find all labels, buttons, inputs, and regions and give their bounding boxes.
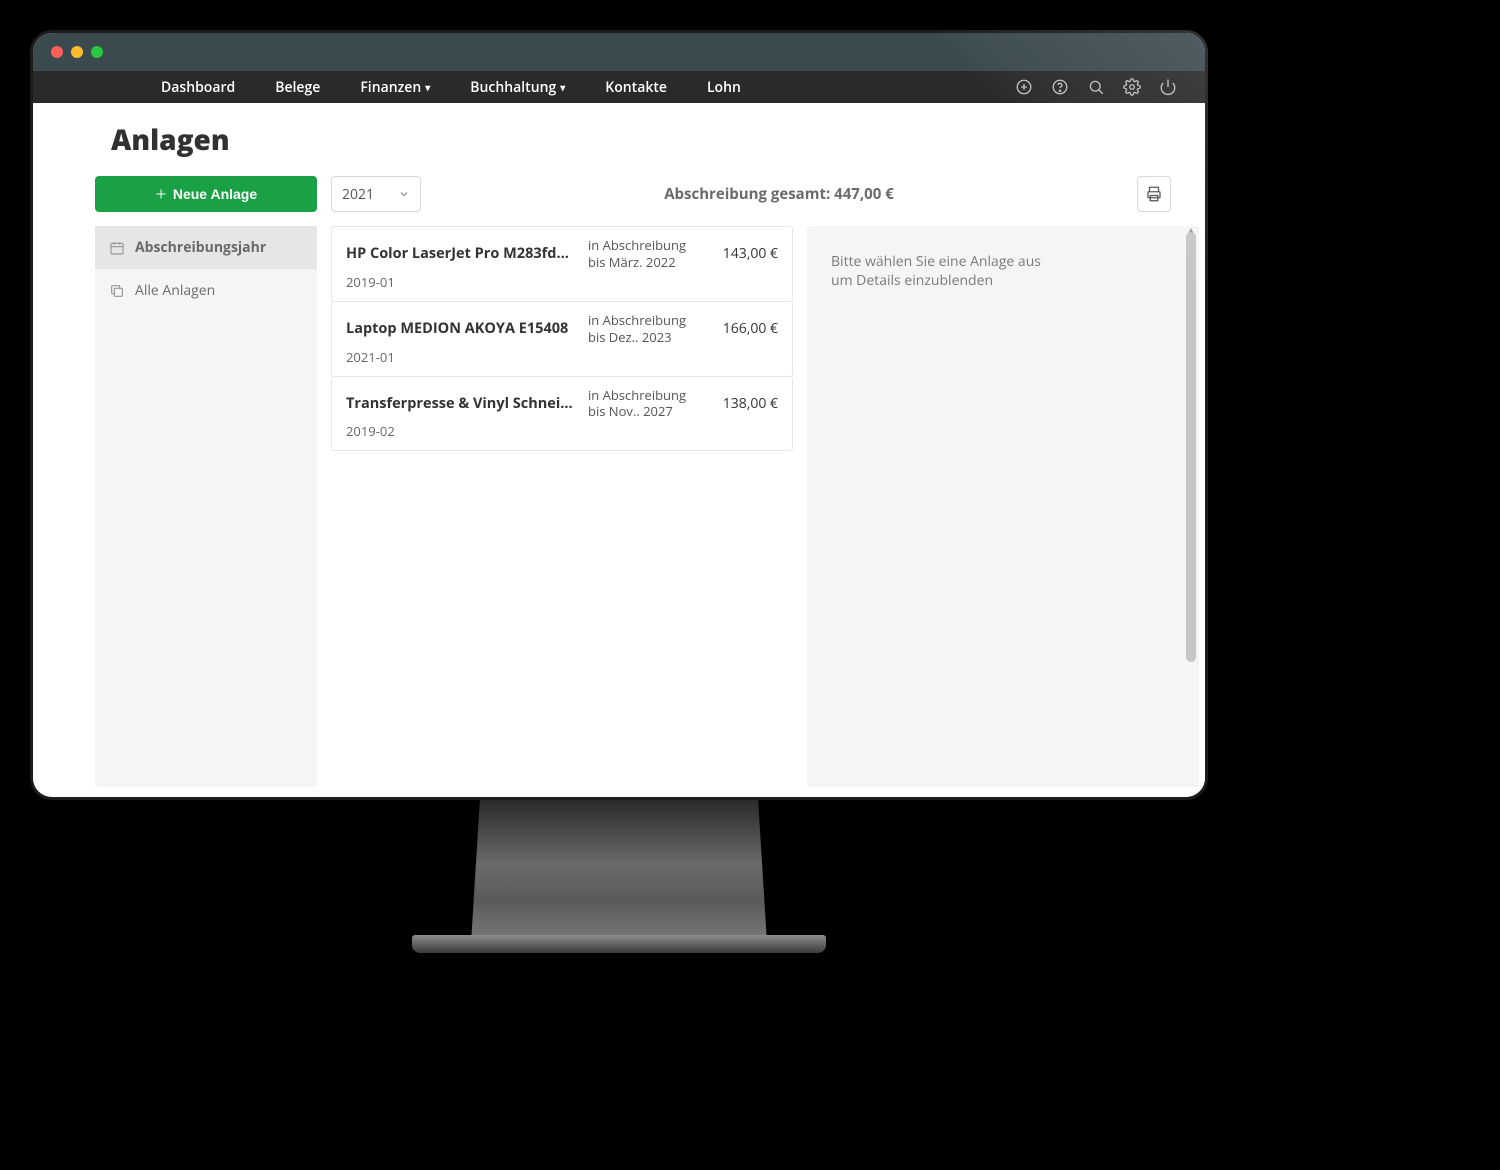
monitor-stand — [471, 800, 767, 943]
asset-status-line: in Abschreibung — [588, 237, 692, 254]
chevron-down-icon — [398, 188, 410, 200]
asset-row[interactable]: HP Color LaserJet Pro M283fdw Mu… in Abs… — [331, 226, 793, 302]
window-close-dot[interactable] — [51, 46, 63, 58]
monitor-base — [412, 935, 826, 953]
asset-status-line: bis Nov.. 2027 — [588, 403, 692, 420]
asset-sub: 2019-01 — [346, 273, 580, 291]
plus-icon — [155, 188, 167, 200]
calendar-icon — [109, 240, 125, 256]
chevron-down-icon: ▾ — [560, 80, 565, 94]
asset-status: in Abschreibung bis Nov.. 2027 — [588, 387, 692, 421]
window-titlebar — [33, 33, 1205, 71]
gear-icon[interactable] — [1123, 78, 1141, 96]
search-icon[interactable] — [1087, 78, 1105, 96]
copy-icon — [109, 283, 125, 299]
detail-placeholder-line: Bitte wählen Sie eine Anlage aus — [831, 252, 1179, 271]
nav-label: Lohn — [707, 78, 741, 97]
printer-icon — [1145, 185, 1163, 203]
sidebar: Abschreibungsjahr Alle Anlagen — [95, 226, 317, 787]
nav-dashboard[interactable]: Dashboard — [141, 71, 255, 103]
sidebar-item-alle-anlagen[interactable]: Alle Anlagen — [95, 269, 317, 312]
asset-sub: 2021-01 — [346, 348, 580, 366]
window-maximize-dot[interactable] — [91, 46, 103, 58]
asset-status-line: bis Dez.. 2023 — [588, 329, 692, 346]
asset-amount: 138,00 € — [700, 394, 778, 413]
help-icon[interactable] — [1051, 78, 1069, 96]
nav-icons — [1015, 78, 1177, 96]
nav-kontakte[interactable]: Kontakte — [585, 71, 687, 103]
nav-label: Dashboard — [161, 78, 235, 97]
asset-sub: 2019-02 — [346, 422, 580, 440]
asset-amount: 143,00 € — [700, 244, 778, 263]
asset-status-line: in Abschreibung — [588, 387, 692, 404]
detail-pane: Bitte wählen Sie eine Anlage aus um Deta… — [807, 226, 1199, 787]
new-asset-label: Neue Anlage — [173, 186, 257, 202]
sidebar-item-abschreibungsjahr[interactable]: Abschreibungsjahr — [95, 226, 317, 269]
asset-title: Transferpresse & Vinyl Schneidepl… — [346, 394, 580, 413]
year-value: 2021 — [342, 185, 374, 204]
nav-label: Belege — [275, 78, 320, 97]
new-asset-button[interactable]: Neue Anlage — [95, 176, 317, 212]
asset-list: HP Color LaserJet Pro M283fdw Mu… in Abs… — [331, 226, 793, 787]
nav-label: Kontakte — [605, 78, 667, 97]
nav-label: Buchhaltung — [470, 78, 556, 97]
asset-status: in Abschreibung bis März. 2022 — [588, 237, 692, 271]
window-minimize-dot[interactable] — [71, 46, 83, 58]
plus-circle-icon[interactable] — [1015, 78, 1033, 96]
nav-lohn[interactable]: Lohn — [687, 71, 761, 103]
power-icon[interactable] — [1159, 78, 1177, 96]
sidebar-item-label: Alle Anlagen — [135, 281, 215, 300]
asset-status-line: in Abschreibung — [588, 312, 692, 329]
nav-belege[interactable]: Belege — [255, 71, 340, 103]
nav-buchhaltung[interactable]: Buchhaltung ▾ — [450, 71, 585, 103]
asset-amount: 166,00 € — [700, 319, 778, 338]
sidebar-item-label: Abschreibungsjahr — [135, 238, 266, 257]
page-title: Anlagen — [111, 121, 230, 159]
asset-row[interactable]: Laptop MEDION AKOYA E15408 in Abschreibu… — [331, 301, 793, 377]
asset-title: Laptop MEDION AKOYA E15408 — [346, 319, 580, 338]
asset-status-line: bis März. 2022 — [588, 254, 692, 271]
top-nav: Dashboard Belege Finanzen▾ Buchhaltung▾ … — [33, 71, 1205, 103]
asset-row[interactable]: Transferpresse & Vinyl Schneidepl… in Ab… — [331, 376, 793, 452]
scrollbar-thumb[interactable] — [1186, 232, 1196, 662]
nav-group: Dashboard Belege Finanzen▾ Buchhaltung▾ … — [141, 71, 761, 103]
year-select[interactable]: 2021 — [331, 176, 421, 212]
print-button[interactable] — [1137, 176, 1171, 212]
nav-finanzen[interactable]: Finanzen ▾ — [340, 71, 450, 103]
asset-title: HP Color LaserJet Pro M283fdw Mu… — [346, 244, 580, 263]
detail-placeholder-line: um Details einzublenden — [831, 271, 1179, 290]
chevron-down-icon: ▾ — [425, 80, 430, 94]
nav-label: Finanzen — [360, 78, 421, 97]
total-depreciation: Abschreibung gesamt: 447,00 € — [435, 184, 1123, 204]
asset-status: in Abschreibung bis Dez.. 2023 — [588, 312, 692, 346]
scroll-up-arrow-icon[interactable]: ▴ — [1186, 222, 1196, 232]
